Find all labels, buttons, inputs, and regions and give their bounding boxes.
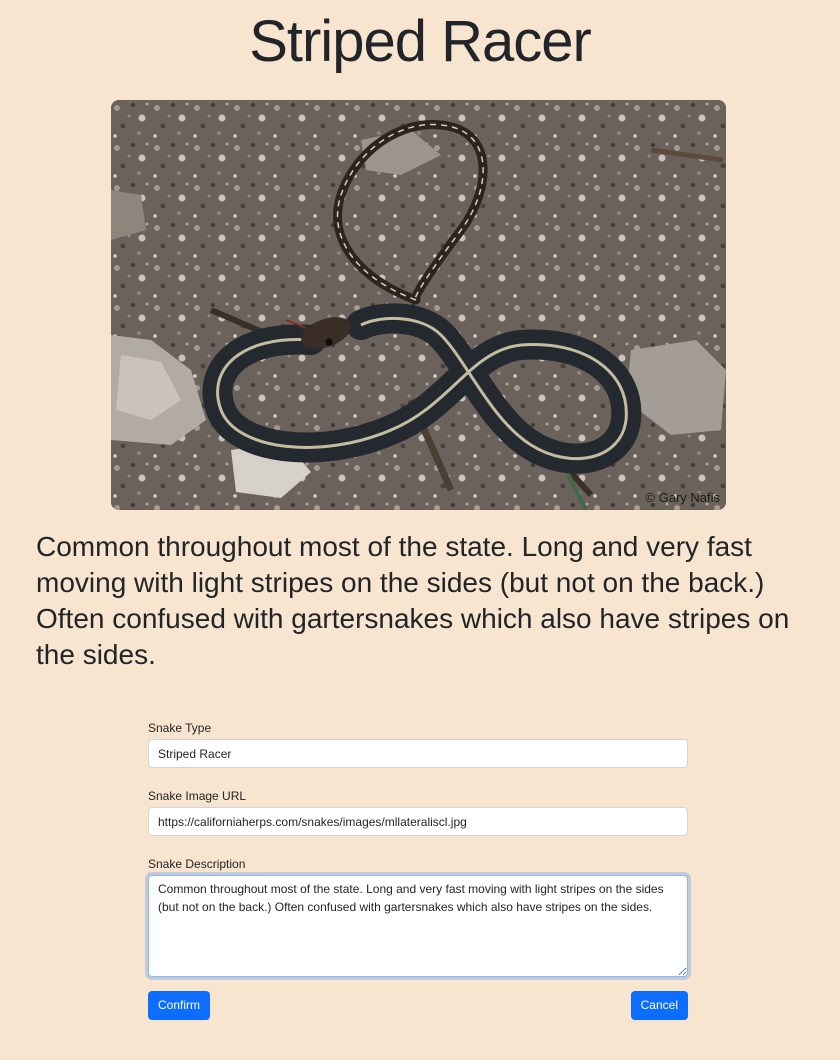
snake-type-input[interactable] xyxy=(148,739,688,768)
snake-image-url-group: Snake Image URL xyxy=(148,788,688,836)
form-actions: Confirm Cancel xyxy=(148,991,688,1020)
snake-edit-form: Snake Type Snake Image URL Snake Descrip… xyxy=(148,720,688,1020)
snake-description-textarea[interactable]: Common throughout most of the state. Lon… xyxy=(148,875,688,977)
snake-type-label: Snake Type xyxy=(148,721,212,735)
snake-description-group: Snake Description Common throughout most… xyxy=(148,856,688,977)
snake-description: Common throughout most of the state. Lon… xyxy=(36,531,790,670)
snake-photo-illustration xyxy=(111,100,726,510)
confirm-button[interactable]: Confirm xyxy=(148,991,211,1020)
snake-type-group: Snake Type xyxy=(148,720,688,768)
snake-description-label: Snake Description xyxy=(148,857,246,871)
snake-image: © Gary Nafis xyxy=(111,100,726,510)
page-title: Striped Racer xyxy=(249,9,592,74)
snake-image-url-label: Snake Image URL xyxy=(148,789,247,803)
image-credit: © Gary Nafis xyxy=(645,490,720,505)
snake-image-url-input[interactable] xyxy=(148,807,688,836)
snake-detail-page: Striped Racer © Gary Nafis Common throug… xyxy=(0,0,840,1060)
cancel-button[interactable]: Cancel xyxy=(630,991,688,1020)
